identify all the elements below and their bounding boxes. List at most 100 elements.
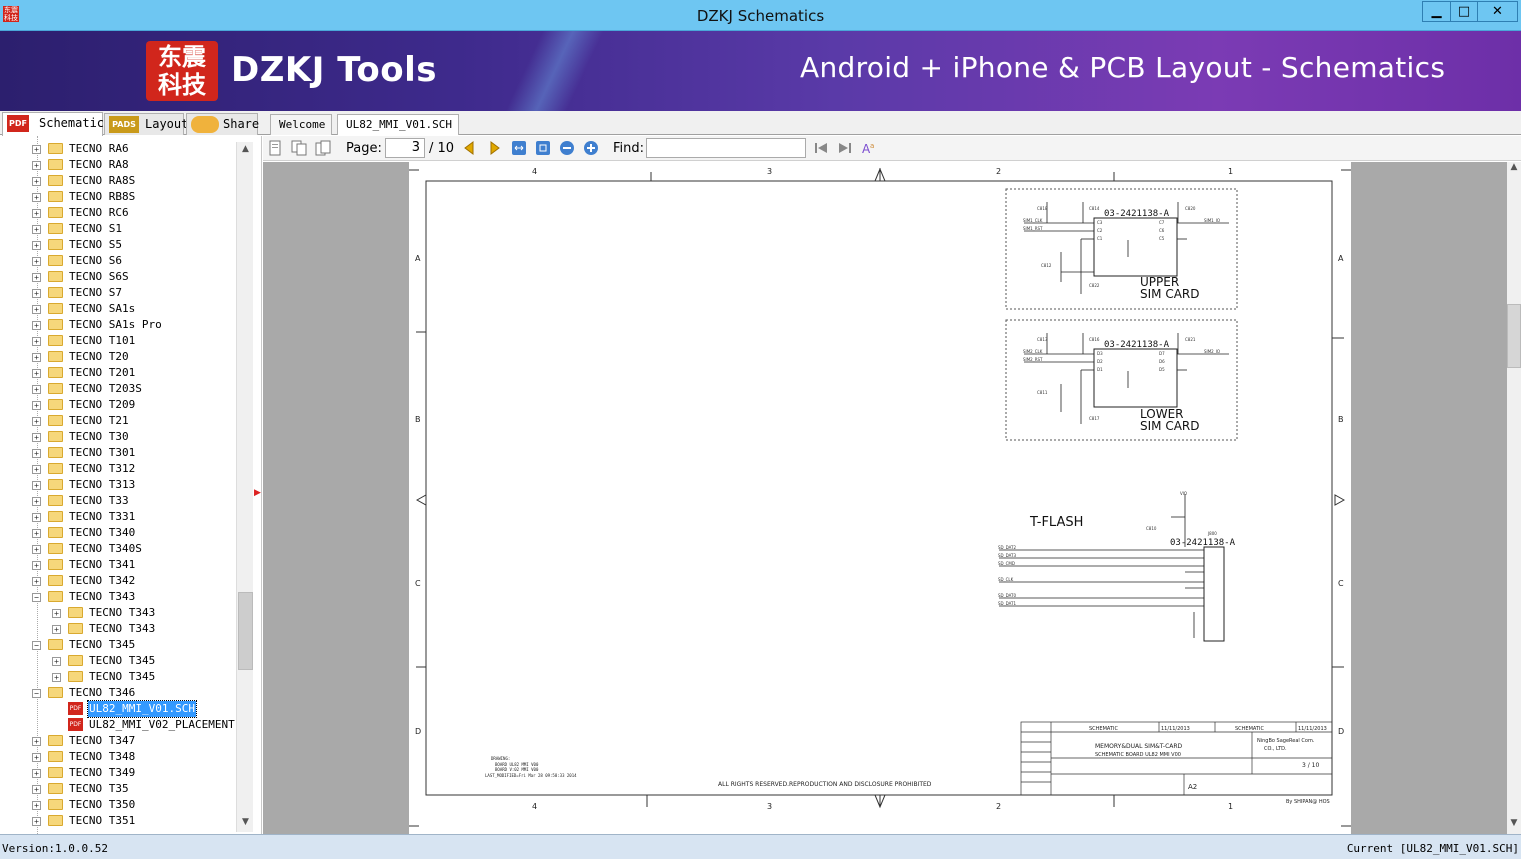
copy-icon[interactable] (291, 140, 307, 156)
fit-width-icon[interactable] (511, 140, 527, 156)
expand-icon[interactable]: + (32, 561, 41, 570)
expand-icon[interactable]: + (52, 673, 61, 682)
expand-icon[interactable]: + (32, 209, 41, 218)
expand-icon[interactable]: + (32, 417, 41, 426)
tree-folder-item[interactable]: + TECNO T341 (0, 557, 236, 573)
open-file-icon[interactable] (267, 140, 283, 156)
tree-folder-item[interactable]: + TECNO T312 (0, 461, 236, 477)
viewer-scrollbar[interactable]: ▲ ▼ (1507, 162, 1521, 834)
tree-folder-item[interactable]: + TECNO RA6 (0, 141, 236, 157)
expand-icon[interactable]: + (32, 801, 41, 810)
expand-icon[interactable]: + (32, 145, 41, 154)
document-viewer[interactable]: 4 3 2 1 4 3 2 1 A B C D A B C D 03-24211… (263, 162, 1507, 834)
expand-icon[interactable]: + (32, 529, 41, 538)
pages-icon[interactable] (315, 140, 331, 156)
tree-folder-item[interactable]: + TECNO T342 (0, 573, 236, 589)
tree-folder-item[interactable]: + TECNO RC6 (0, 205, 236, 221)
tree-folder-item[interactable]: + TECNO T331 (0, 509, 236, 525)
tree-folder-item[interactable]: + TECNO T35 (0, 781, 236, 797)
expand-icon[interactable]: + (32, 257, 41, 266)
expand-icon[interactable]: + (32, 193, 41, 202)
expand-icon[interactable]: + (32, 465, 41, 474)
tree-file-item[interactable]: PDF UL82_MMI_V02_PLACEMENT (0, 717, 236, 733)
tab-share[interactable]: Share (186, 113, 259, 135)
tree-folder-item[interactable]: + TECNO T351 (0, 813, 236, 829)
expand-icon[interactable]: + (32, 785, 41, 794)
tree-folder-item[interactable]: + TECNO RA8 (0, 157, 236, 173)
expand-icon[interactable]: + (32, 577, 41, 586)
tree-folder-item[interactable]: + TECNO T340S (0, 541, 236, 557)
expand-icon[interactable]: + (32, 817, 41, 826)
expand-icon[interactable]: + (32, 225, 41, 234)
next-page-icon[interactable] (487, 140, 503, 156)
expand-icon[interactable]: + (32, 161, 41, 170)
expand-icon[interactable]: + (32, 177, 41, 186)
tree-folder-item[interactable]: + TECNO T348 (0, 749, 236, 765)
expand-icon[interactable]: + (32, 241, 41, 250)
tab-layout[interactable]: PADS Layout (104, 113, 188, 135)
expand-icon[interactable]: + (32, 305, 41, 314)
collapse-icon[interactable]: − (32, 689, 41, 698)
tree-folder-item[interactable]: + TECNO T301 (0, 445, 236, 461)
minimize-button[interactable]: ▁ (1422, 1, 1450, 22)
scroll-down-icon[interactable]: ▼ (1507, 818, 1521, 832)
expand-icon[interactable]: + (32, 753, 41, 762)
tree-folder-item[interactable]: + TECNO SA1s Pro (0, 317, 236, 333)
tree-folder-item[interactable]: + TECNO T33 (0, 493, 236, 509)
expand-icon[interactable]: + (52, 657, 61, 666)
expand-icon[interactable]: + (32, 401, 41, 410)
tree-file-item[interactable]: PDF UL82_MMI_V01.SCH (0, 700, 236, 718)
expand-icon[interactable]: + (32, 337, 41, 346)
find-previous-icon[interactable] (813, 140, 829, 156)
tree-folder-item[interactable]: + TECNO T20 (0, 349, 236, 365)
tree-folder-item[interactable]: − TECNO T346 (0, 685, 236, 701)
expand-icon[interactable]: + (32, 385, 41, 394)
tree-folder-item[interactable]: + TECNO T343 (0, 621, 236, 637)
splitter-arrow-icon[interactable]: ▶ (254, 488, 261, 498)
find-input[interactable] (646, 138, 806, 158)
tree-folder-item[interactable]: + TECNO T340 (0, 525, 236, 541)
tree-folder-item[interactable]: + TECNO T345 (0, 653, 236, 669)
zoom-out-icon[interactable] (559, 140, 575, 156)
expand-icon[interactable]: + (52, 625, 61, 634)
tree-folder-item[interactable]: − TECNO T343 (0, 589, 236, 605)
tree-folder-item[interactable]: + TECNO T209 (0, 397, 236, 413)
tab-schematic[interactable]: PDF Schematic (2, 112, 104, 136)
close-button[interactable]: ✕ (1478, 1, 1518, 22)
tree-folder-item[interactable]: + TECNO T343 (0, 605, 236, 621)
collapse-icon[interactable]: − (32, 593, 41, 602)
scroll-down-icon[interactable]: ▼ (238, 815, 253, 830)
tree-folder-item[interactable]: + TECNO T349 (0, 765, 236, 781)
expand-icon[interactable]: + (32, 769, 41, 778)
expand-icon[interactable]: + (32, 737, 41, 746)
tree-folder-item[interactable]: + TECNO T350 (0, 797, 236, 813)
tree-folder-item[interactable]: + TECNO S5 (0, 237, 236, 253)
expand-icon[interactable]: + (32, 273, 41, 282)
tree-scrollbar[interactable]: ▲ ▼ (236, 142, 253, 832)
zoom-in-icon[interactable] (583, 140, 599, 156)
find-options-icon[interactable]: Aa (861, 140, 877, 156)
tree-folder-item[interactable]: + TECNO SA1s (0, 301, 236, 317)
tree-folder-item[interactable]: + TECNO T101 (0, 333, 236, 349)
scrollbar-thumb[interactable] (1507, 304, 1521, 368)
expand-icon[interactable]: + (32, 433, 41, 442)
expand-icon[interactable]: + (32, 513, 41, 522)
tree-folder-item[interactable]: + TECNO RB8S (0, 189, 236, 205)
expand-icon[interactable]: + (32, 289, 41, 298)
expand-icon[interactable]: + (32, 481, 41, 490)
expand-icon[interactable]: + (52, 609, 61, 618)
collapse-icon[interactable]: − (32, 641, 41, 650)
fit-page-icon[interactable] (535, 140, 551, 156)
expand-icon[interactable]: + (32, 321, 41, 330)
tab-document[interactable]: UL82_MMI_V01.SCH✕ (337, 114, 459, 151)
tree-folder-item[interactable]: + TECNO T313 (0, 477, 236, 493)
tree-folder-item[interactable]: + TECNO S6 (0, 253, 236, 269)
tree-folder-item[interactable]: + TECNO S1 (0, 221, 236, 237)
tree-folder-item[interactable]: + TECNO T30 (0, 429, 236, 445)
expand-icon[interactable]: + (32, 369, 41, 378)
tree-folder-item[interactable]: + TECNO S6S (0, 269, 236, 285)
scrollbar-thumb[interactable] (238, 592, 253, 670)
expand-icon[interactable]: + (32, 545, 41, 554)
tree-folder-item[interactable]: + TECNO T345 (0, 669, 236, 685)
tree-folder-item[interactable]: + TECNO T203S (0, 381, 236, 397)
